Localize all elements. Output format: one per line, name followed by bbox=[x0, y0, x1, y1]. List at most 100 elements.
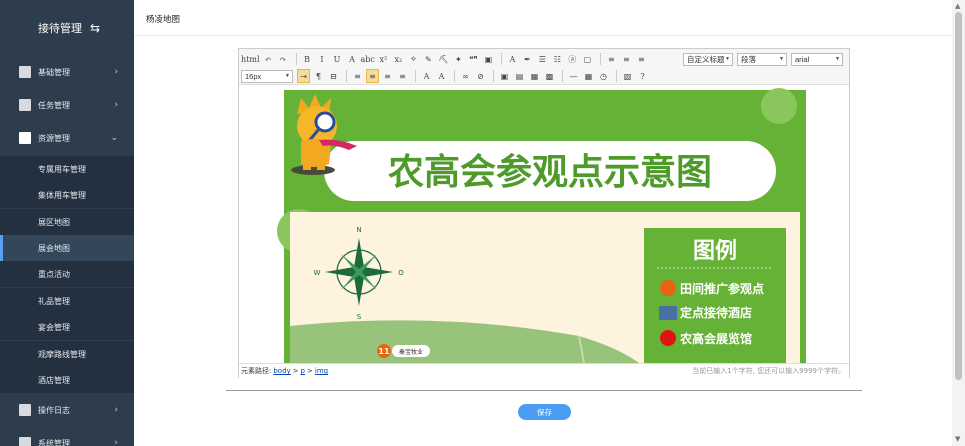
toolbar-selects: 自定义标题 ▼ 段落 ▼ arial ▼ bbox=[683, 51, 847, 67]
toolbar-button[interactable]: A bbox=[435, 69, 448, 83]
toolbar-button[interactable]: ⛏ bbox=[437, 52, 450, 66]
toolbar-button[interactable]: ⟡ bbox=[407, 52, 420, 66]
toolbar-button[interactable]: ≡ bbox=[381, 69, 394, 83]
paragraph-value: 段落 bbox=[741, 54, 756, 64]
toolbar-button[interactable]: ≡ bbox=[635, 52, 648, 66]
toolbar-button[interactable]: ✦ bbox=[452, 52, 465, 66]
toolbar-button[interactable]: ⊟ bbox=[327, 69, 340, 83]
sidebar-item-gift[interactable]: 礼品管理 bbox=[0, 288, 134, 314]
menu-log[interactable]: 操作日志 › bbox=[0, 397, 134, 423]
toolbar-button[interactable]: ¶ bbox=[312, 69, 325, 83]
toolbar-button[interactable]: ⇥ bbox=[297, 69, 310, 83]
toolbar-button[interactable]: ❝❞ bbox=[467, 52, 480, 66]
map-marker-label: 秦宝牧业 bbox=[399, 348, 423, 356]
toolbar-button[interactable]: html bbox=[241, 52, 260, 66]
compass-w: W bbox=[314, 269, 321, 277]
toolbar-button[interactable]: A bbox=[346, 52, 359, 66]
switch-icon[interactable]: ⇆ bbox=[90, 21, 100, 35]
custom-title-select[interactable]: 自定义标题 ▼ bbox=[683, 52, 733, 66]
toolbar-button[interactable]: x² bbox=[377, 52, 390, 66]
toolbar-separator bbox=[493, 70, 494, 82]
toolbar-button[interactable]: ≡ bbox=[620, 52, 633, 66]
toolbar-button[interactable]: ≡ bbox=[351, 69, 364, 83]
chevron-right-icon: › bbox=[114, 438, 118, 446]
font-size-select[interactable]: 16px ▼ bbox=[241, 69, 293, 83]
toolbar-button[interactable]: ▣ bbox=[482, 52, 495, 66]
element-path-label: 元素路径: bbox=[241, 367, 272, 375]
toolbar-button[interactable]: ≡ bbox=[605, 52, 618, 66]
editor-toolbar: html ↶ ↷ B I U Aabc x² x₂ ⟡ ✎ ⛏ ✦ ❝❞ ▣ A ✒ ☰ ☷ ⓐ ▢ ≡ ≡ ≡ 16px ▼ … bbox=[239, 49, 849, 85]
toolbar-separator bbox=[295, 53, 297, 65]
sidebar-item-banquet[interactable]: 宴会管理 bbox=[0, 314, 134, 340]
toolbar-button[interactable]: x₂ bbox=[392, 52, 405, 66]
toolbar-button[interactable]: ↷ bbox=[277, 52, 290, 66]
scroll-down-icon[interactable]: ▼ bbox=[955, 435, 960, 443]
editor-content[interactable]: 农高会参观点示意图 N S W O 11 秦宝牧业 图例 田间推广参观点 定点接… bbox=[239, 86, 849, 363]
toolbar-button[interactable]: ☷ bbox=[551, 52, 564, 66]
font-family-value: arial bbox=[795, 54, 810, 64]
toolbar-button[interactable]: ? bbox=[636, 69, 649, 83]
toolbar-button[interactable]: ⓐ bbox=[566, 52, 579, 66]
sidebar-item-exclusive-car[interactable]: 专属用车管理 bbox=[0, 156, 134, 182]
toolbar-button[interactable]: ✎ bbox=[422, 52, 435, 66]
toolbar-button[interactable]: ▦ bbox=[528, 69, 541, 83]
scroll-thumb[interactable] bbox=[955, 12, 962, 380]
toolbar-button[interactable]: U bbox=[331, 52, 344, 66]
toolbar-button[interactable]: B bbox=[301, 52, 314, 66]
toolbar-button[interactable]: ◷ bbox=[597, 69, 610, 83]
menu-resource[interactable]: 资源管理 ⌄ bbox=[0, 125, 134, 151]
map-marker-number: 11 bbox=[378, 347, 390, 356]
legend-item-2: 定点接待酒店 bbox=[680, 305, 752, 320]
font-family-select[interactable]: arial ▼ bbox=[791, 52, 843, 66]
scroll-up-icon[interactable]: ▲ bbox=[955, 2, 960, 10]
toolbar-button[interactable]: ▦ bbox=[582, 69, 595, 83]
toolbar-button[interactable]: ▣ bbox=[498, 69, 511, 83]
sidebar-item-group-car[interactable]: 集体用车管理 bbox=[0, 182, 134, 208]
toolbar-button[interactable]: abc bbox=[361, 52, 375, 66]
menu-icon bbox=[19, 132, 31, 144]
toolbar-button[interactable]: — bbox=[567, 69, 580, 83]
toolbar-button[interactable]: A bbox=[506, 52, 519, 66]
toolbar-button[interactable]: ▢ bbox=[581, 52, 594, 66]
toolbar-button[interactable]: ∞ bbox=[459, 69, 472, 83]
legend-orange-dot bbox=[660, 280, 676, 296]
menu-system[interactable]: 系统管理 › bbox=[0, 430, 134, 446]
toolbar-button[interactable]: I bbox=[316, 52, 329, 66]
toolbar-button[interactable]: ▩ bbox=[543, 69, 556, 83]
sidebar-item-zone-map[interactable]: 展区地图 bbox=[0, 209, 134, 235]
page-scrollbar[interactable]: ▲ ▼ bbox=[952, 0, 965, 446]
legend-red-dot bbox=[660, 330, 676, 346]
path-p-link[interactable]: p bbox=[301, 367, 305, 375]
toolbar-button[interactable]: ▧ bbox=[621, 69, 634, 83]
rich-text-editor[interactable]: html ↶ ↷ B I U Aabc x² x₂ ⟡ ✎ ⛏ ✦ ❝❞ ▣ A ✒ ☰ ☷ ⓐ ▢ ≡ ≡ ≡ 16px ▼ … bbox=[238, 48, 850, 378]
save-button[interactable]: 保存 bbox=[518, 404, 571, 420]
toolbar-button[interactable]: ↶ bbox=[262, 52, 275, 66]
menu-icon bbox=[19, 99, 31, 111]
path-body-link[interactable]: body bbox=[273, 367, 290, 375]
sidebar-item-route[interactable]: 观摩路线管理 bbox=[0, 341, 134, 367]
legend-item-3: 农高会展览馆 bbox=[679, 331, 752, 346]
toolbar-button[interactable]: ☰ bbox=[536, 52, 549, 66]
sidebar-item-expo-map[interactable]: 展会地图 bbox=[0, 235, 134, 261]
dropdown-arrow-icon: ▼ bbox=[779, 56, 784, 62]
paragraph-select[interactable]: 段落 ▼ bbox=[737, 52, 787, 66]
toolbar-button[interactable]: ✒ bbox=[521, 52, 534, 66]
chevron-right-icon: › bbox=[114, 67, 118, 77]
legend-item-1: 田间推广参观点 bbox=[680, 281, 764, 296]
sidebar-item-hotel[interactable]: 酒店管理 bbox=[0, 367, 134, 393]
toolbar-button[interactable]: ≡ bbox=[366, 69, 379, 83]
toolbar-button[interactable]: ▤ bbox=[513, 69, 526, 83]
expo-map-image[interactable]: 农高会参观点示意图 N S W O 11 秦宝牧业 图例 田间推广参观点 定点接… bbox=[239, 86, 849, 363]
app-title: 接待管理 bbox=[38, 22, 82, 35]
menu-task[interactable]: 任务管理 › bbox=[0, 92, 134, 118]
divider bbox=[226, 390, 862, 391]
toolbar-button[interactable]: ⊘ bbox=[474, 69, 487, 83]
sidebar-item-key-activity[interactable]: 重点活动 bbox=[0, 261, 134, 287]
toolbar-button[interactable]: ≡ bbox=[396, 69, 409, 83]
toolbar-button[interactable]: A bbox=[420, 69, 433, 83]
path-img-link[interactable]: img bbox=[315, 367, 328, 375]
menu-label: 基础管理 bbox=[38, 67, 70, 77]
custom-title-value: 自定义标题 bbox=[687, 54, 725, 64]
toolbar-separator bbox=[599, 53, 601, 65]
menu-basic[interactable]: 基础管理 › bbox=[0, 59, 134, 85]
